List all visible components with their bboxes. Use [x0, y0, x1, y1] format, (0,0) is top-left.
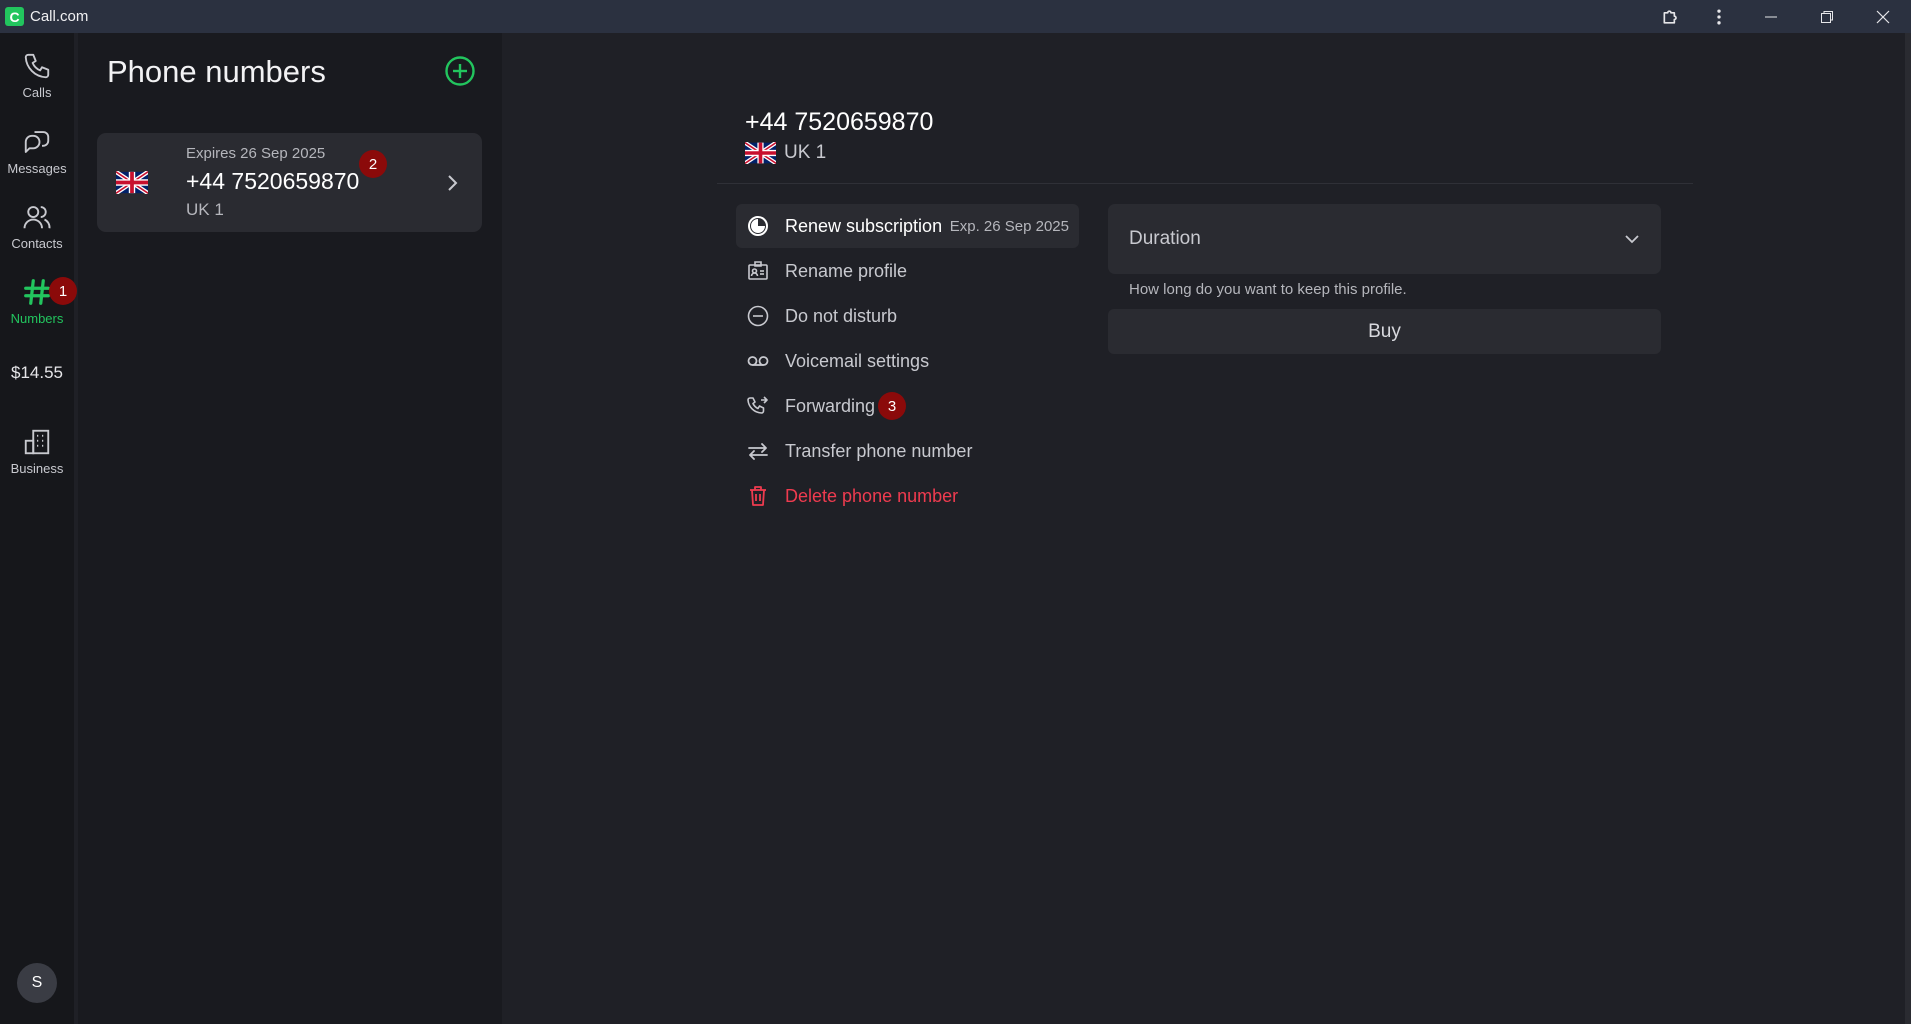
menu-do-not-disturb[interactable]: Do not disturb: [736, 294, 1079, 338]
more-options-button[interactable]: [1695, 0, 1743, 33]
rail-label: Calls: [22, 85, 52, 100]
title-bar-actions: [1647, 0, 1911, 33]
puzzle-icon: [1663, 9, 1677, 24]
card-expiry: Expires 26 Sep 2025: [186, 145, 326, 162]
rail-item-business[interactable]: Business: [0, 427, 74, 476]
card-profile-name: UK 1: [186, 200, 224, 219]
rail-label: Messages: [7, 161, 67, 176]
minimize-button[interactable]: [1743, 0, 1799, 33]
voicemail-icon: [747, 356, 769, 366]
rail-item-messages[interactable]: Messages: [0, 127, 74, 176]
forwarding-badge: 3: [878, 392, 906, 420]
menu-voicemail-settings[interactable]: Voicemail settings: [736, 339, 1079, 383]
menu-renew-subscription[interactable]: Renew subscription Exp. 26 Sep 2025: [736, 204, 1079, 248]
phone-icon: [24, 53, 50, 79]
rail-item-contacts[interactable]: Contacts: [0, 202, 74, 251]
nav-rail: Calls Messages Contacts Numbers 1 $14.55…: [0, 33, 77, 1024]
detail-profile-name: UK 1: [784, 142, 827, 163]
avatar[interactable]: S: [17, 963, 57, 1003]
rail-label: Numbers: [10, 311, 64, 326]
close-icon: [1876, 10, 1890, 23]
hash-icon: [24, 279, 50, 305]
chevron-down-icon: [1625, 235, 1639, 244]
extensions-button[interactable]: [1647, 0, 1695, 33]
rail-label: Contacts: [11, 236, 63, 251]
detail-phone-number: +44 7520659870: [745, 108, 934, 136]
chevron-right-icon: [448, 175, 458, 191]
title-bar: C Call.com: [0, 0, 1911, 33]
minus-circle-icon: [747, 305, 769, 327]
card-phone-number: +44 7520659870: [186, 168, 360, 194]
restore-button[interactable]: [1799, 0, 1855, 33]
menu-rename-profile[interactable]: Rename profile: [736, 249, 1079, 293]
contacts-icon: [23, 206, 51, 229]
kebab-menu-icon: [1717, 9, 1721, 24]
menu-transfer-phone-number[interactable]: Transfer phone number: [736, 429, 1079, 473]
minimize-icon: [1765, 16, 1777, 17]
card-badge: 2: [359, 150, 387, 178]
rail-item-calls[interactable]: Calls: [0, 51, 74, 100]
menu-label: Rename profile: [785, 260, 908, 281]
buy-button[interactable]: Buy: [1108, 309, 1661, 354]
menu-label: Transfer phone number: [785, 440, 973, 461]
window-title: Call.com: [30, 8, 89, 25]
uk-flag-icon: [116, 171, 148, 194]
divider: [717, 183, 1693, 184]
trash-icon: [750, 486, 766, 506]
number-detail: [502, 33, 1907, 1024]
transfer-arrows-icon: [748, 443, 768, 460]
numbers-badge: 1: [49, 277, 77, 305]
duration-dropdown[interactable]: Duration: [1108, 204, 1661, 274]
id-card-icon: [748, 261, 768, 280]
duration-label: Duration: [1129, 228, 1201, 249]
menu-forwarding[interactable]: Forwarding 3: [736, 384, 1079, 428]
duration-help-text: How long do you want to keep this profil…: [1129, 281, 1407, 298]
scrollbar[interactable]: [1905, 33, 1911, 1024]
close-button[interactable]: [1855, 0, 1911, 33]
balance[interactable]: $14.55: [0, 363, 74, 383]
phone-forward-icon: [747, 396, 768, 414]
chat-bubbles-icon: [24, 131, 50, 153]
menu-expiry: Exp. 26 Sep 2025: [949, 217, 1069, 235]
numbers-panel: Phone numbers Expires 26 Sep 2025 +44 75…: [78, 33, 502, 1024]
menu-label: Do not disturb: [785, 305, 898, 326]
page-title: Phone numbers: [107, 54, 326, 89]
menu-label: Forwarding: [785, 395, 876, 416]
rail-label: Business: [10, 461, 64, 476]
restore-icon: [1821, 10, 1833, 23]
renew-icon: [748, 216, 768, 236]
menu-delete-phone-number[interactable]: Delete phone number: [736, 474, 1079, 518]
menu-label: Renew subscription: [785, 215, 943, 236]
number-card[interactable]: Expires 26 Sep 2025 +44 7520659870 UK 1 …: [97, 133, 482, 232]
add-number-icon[interactable]: [444, 55, 476, 87]
menu-label: Delete phone number: [785, 485, 959, 506]
uk-flag-icon: [745, 142, 776, 164]
building-icon: [24, 429, 50, 455]
menu-label: Voicemail settings: [785, 350, 930, 371]
detail-subtitle: UK 1: [745, 142, 826, 164]
app-logo: C: [5, 7, 24, 26]
